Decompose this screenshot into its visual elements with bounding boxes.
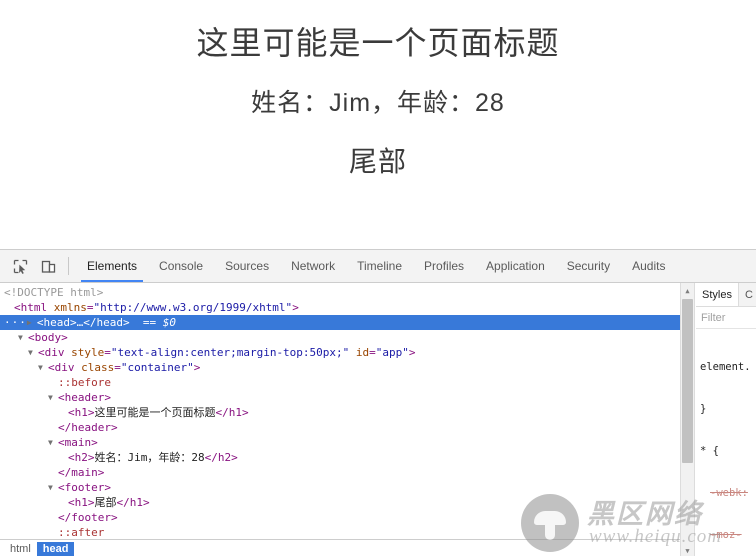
page-title-heading: 这里可能是一个页面标题 [196,25,560,61]
dom-line-header-close[interactable]: </header> [0,420,680,435]
tab-sources[interactable]: Sources [214,250,280,282]
page-footer-heading: 尾部 [348,145,407,177]
scrollbar-thumb[interactable] [682,299,693,463]
doctype-text: <!DOCTYPE html> [4,286,104,299]
tab-security[interactable]: Security [556,250,621,282]
dom-line-main-close[interactable]: </main> [0,465,680,480]
devtools-body: <!DOCTYPE html> <html xmlns="http://www.… [0,283,756,556]
dom-line-head-selected[interactable]: ···▶ <head>…</head> == $0 [0,315,680,330]
toolbar-divider [68,257,69,275]
breadcrumb: html head [0,539,680,556]
dom-line-div-app[interactable]: ▼ <div style="text-align:center;margin-to… [0,345,680,360]
browser-window: 这里可能是一个页面标题 姓名：Jim，年龄：28 尾部 Elements Con… [0,0,756,556]
devtools-panel: Elements Console Sources Network Timelin… [0,249,756,556]
device-toolbar-icon[interactable] [34,250,62,282]
breadcrumb-item-html[interactable]: html [4,542,37,556]
dom-line-pseudo-before[interactable]: ::before [0,375,680,390]
style-rule-0[interactable]: element. [700,360,756,374]
style-rule-3[interactable]: -webk: [700,486,756,500]
page-footer: 尾部 [0,143,756,181]
tab-elements[interactable]: Elements [76,250,148,282]
tab-network[interactable]: Network [280,250,346,282]
head-selected-marker: == $0 [142,316,176,329]
h1-title-text: 这里可能是一个页面标题 [94,406,216,419]
dom-line-header-open[interactable]: ▼ <header> [0,390,680,405]
pseudo-before-text: ::before [58,376,111,389]
tab-computed[interactable]: C [739,283,756,306]
page-viewport: 这里可能是一个页面标题 姓名：Jim，年龄：28 尾部 [0,0,756,249]
pseudo-after-text: ::after [58,526,105,539]
page-info-heading: 姓名：Jim，年龄：28 [251,89,505,118]
tab-timeline[interactable]: Timeline [346,250,413,282]
breadcrumb-item-head[interactable]: head [36,542,75,556]
h2-info-text: 姓名：Jim，年龄：28 [94,451,205,464]
tab-audits[interactable]: Audits [621,250,676,282]
dom-line-doctype: <!DOCTYPE html> [0,285,680,300]
styles-filter-input[interactable]: Filter [696,307,756,329]
tab-profiles[interactable]: Profiles [413,250,475,282]
dom-line-h2-info[interactable]: <h2>姓名：Jim，年龄：28</h2> [0,450,680,465]
tab-application[interactable]: Application [475,250,556,282]
scroll-up-arrow-icon[interactable]: ▲ [681,284,694,297]
styles-tab-list: Styles C [696,283,756,307]
style-rule-4[interactable]: -moz- [700,528,756,542]
tab-console[interactable]: Console [148,250,214,282]
style-rule-2[interactable]: * { [700,444,756,458]
dom-line-footer-close[interactable]: </footer> [0,510,680,525]
tab-styles[interactable]: Styles [696,283,739,306]
styles-rule-list: element. } * { -webk: -moz- box-s: } hea… [696,329,756,556]
page-main: 姓名：Jim，年龄：28 [0,87,756,121]
h1-footer-text: 尾部 [94,496,117,509]
inspect-element-icon[interactable] [6,250,34,282]
dom-line-html[interactable]: <html xmlns="http://www.w3.org/1999/xhtm… [0,300,680,315]
dom-line-body[interactable]: ▼ <body> [0,330,680,345]
page-header: 这里可能是一个页面标题 [0,22,756,65]
dom-line-h1-footer[interactable]: <h1>尾部</h1> [0,495,680,510]
devtools-tab-list: Elements Console Sources Network Timelin… [76,250,676,282]
devtools-toolbar: Elements Console Sources Network Timelin… [0,250,756,283]
style-rule-1: } [700,403,707,415]
dom-line-h1-title[interactable]: <h1>这里可能是一个页面标题</h1> [0,405,680,420]
app-container: 这里可能是一个页面标题 姓名：Jim，年龄：28 尾部 [0,22,756,181]
dom-tree-scrollbar[interactable]: ▲ ▼ [680,283,695,556]
dom-line-footer-open[interactable]: ▼ <footer> [0,480,680,495]
dom-tree-panel[interactable]: <!DOCTYPE html> <html xmlns="http://www.… [0,283,680,539]
dom-line-div-container[interactable]: ▼ <div class="container"> [0,360,680,375]
styles-panel: Styles C Filter element. } * { -webk: -m… [696,283,756,556]
scroll-down-arrow-icon[interactable]: ▼ [681,544,694,556]
dom-line-main-open[interactable]: ▼ <main> [0,435,680,450]
dom-line-pseudo-after[interactable]: ::after [0,525,680,539]
